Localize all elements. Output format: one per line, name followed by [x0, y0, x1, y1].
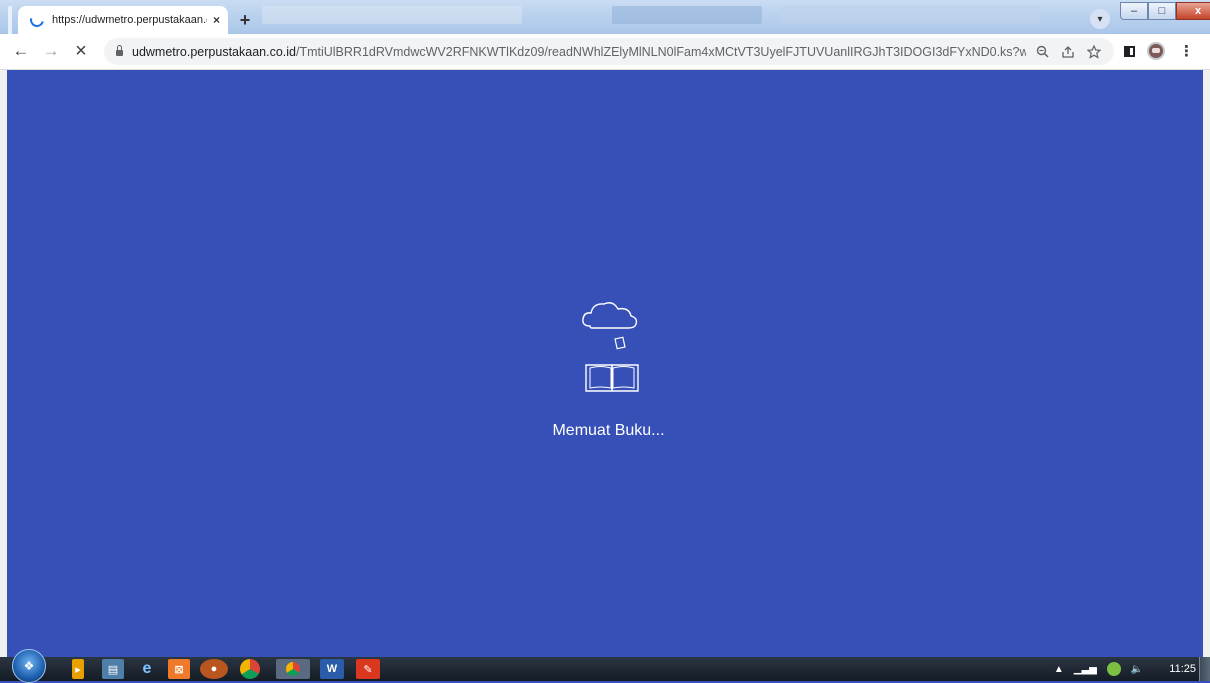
lock-icon[interactable] [116, 45, 123, 56]
background-window-blur [780, 6, 1040, 24]
new-tab-button[interactable]: + [234, 9, 256, 31]
pdf-icon[interactable]: ✎ [356, 659, 380, 679]
tab-search-chevron-icon[interactable]: ▾ [1090, 9, 1110, 29]
back-button[interactable]: ← [10, 40, 32, 62]
url-host: udwmetro.perpustakaan.co.id [132, 44, 296, 59]
window-controls: – □ x [1120, 2, 1210, 20]
zoom-icon[interactable] [1032, 42, 1052, 62]
browser-titlebar: https://udwmetro.perpustakaan.c × + ▾ – … [0, 0, 1210, 34]
side-panel-icon[interactable] [1124, 45, 1135, 57]
window-close-button[interactable]: x [1176, 2, 1210, 20]
bookmark-star-icon[interactable] [1084, 42, 1104, 62]
word-icon[interactable]: W [320, 659, 344, 679]
xampp-icon[interactable]: ⊠ [168, 659, 190, 679]
open-book-icon [585, 364, 639, 392]
background-window-blur [262, 6, 522, 24]
os-taskbar: ❖ ▸ ▤ e ⊠ ● W ✎ ▲ ▁▃▅ 🔈 11:25 [0, 649, 1210, 683]
show-desktop-button[interactable] [1199, 657, 1210, 681]
url-path: /TmtiUlBRR1dRVmdwcWV2RFNKWTlKdz09/readNW… [295, 44, 1026, 59]
network-signal-icon[interactable]: ▁▃▅ [1074, 664, 1097, 675]
antivirus-tray-icon[interactable] [1106, 662, 1121, 676]
browser-toolbar: ← → × udwmetro.perpustakaan.co.id/TmtiUl… [0, 34, 1210, 70]
tab-title: https://udwmetro.perpustakaan.c [52, 14, 207, 26]
profile-avatar[interactable] [1147, 42, 1165, 60]
stop-loading-button[interactable]: × [70, 40, 92, 62]
loading-message: Memuat Buku... [552, 422, 665, 439]
tab-close-button[interactable]: × [213, 13, 220, 27]
forward-button[interactable]: → [40, 40, 62, 62]
page-content: Memuat Buku... [0, 70, 1210, 657]
page-edge-left [0, 70, 7, 657]
minimize-button[interactable]: – [1120, 2, 1148, 20]
tray-expand-icon[interactable]: ▲ [1054, 664, 1064, 675]
start-orb[interactable]: ❖ [12, 649, 46, 683]
firefox-icon[interactable]: ● [200, 659, 228, 679]
address-bar[interactable]: udwmetro.perpustakaan.co.id/TmtiUlBRR1dR… [104, 38, 1114, 65]
share-icon[interactable] [1058, 42, 1078, 62]
internet-explorer-icon[interactable]: e [136, 659, 158, 679]
titlebar-edge [8, 6, 12, 34]
page-edge-right [1203, 70, 1210, 657]
background-window-blur [612, 6, 762, 24]
volume-icon[interactable]: 🔈 [1131, 664, 1143, 675]
maximize-button[interactable]: □ [1148, 2, 1176, 20]
url-text[interactable]: udwmetro.perpustakaan.co.id/TmtiUlBRR1dR… [132, 45, 1026, 59]
book-loading-illustration [582, 302, 639, 392]
taskbar-clock[interactable]: 11:25 [1169, 663, 1196, 675]
cloud-icon [582, 302, 638, 329]
toolbar-extensions: ⋮ [1124, 42, 1194, 60]
system-tray: ▲ ▁▃▅ 🔈 11:25 [1044, 657, 1196, 681]
explorer-icon[interactable]: ▤ [102, 659, 124, 679]
media-player-icon[interactable]: ▸ [72, 659, 84, 679]
chrome-icon-1[interactable] [240, 659, 260, 679]
browser-menu-kebab-icon[interactable]: ⋮ [1179, 42, 1194, 60]
browser-tab-active[interactable]: https://udwmetro.perpustakaan.c × [18, 6, 228, 34]
chrome-icon-2[interactable] [276, 659, 310, 679]
loading-spinner-icon [27, 10, 47, 30]
falling-page-icon [614, 336, 626, 350]
